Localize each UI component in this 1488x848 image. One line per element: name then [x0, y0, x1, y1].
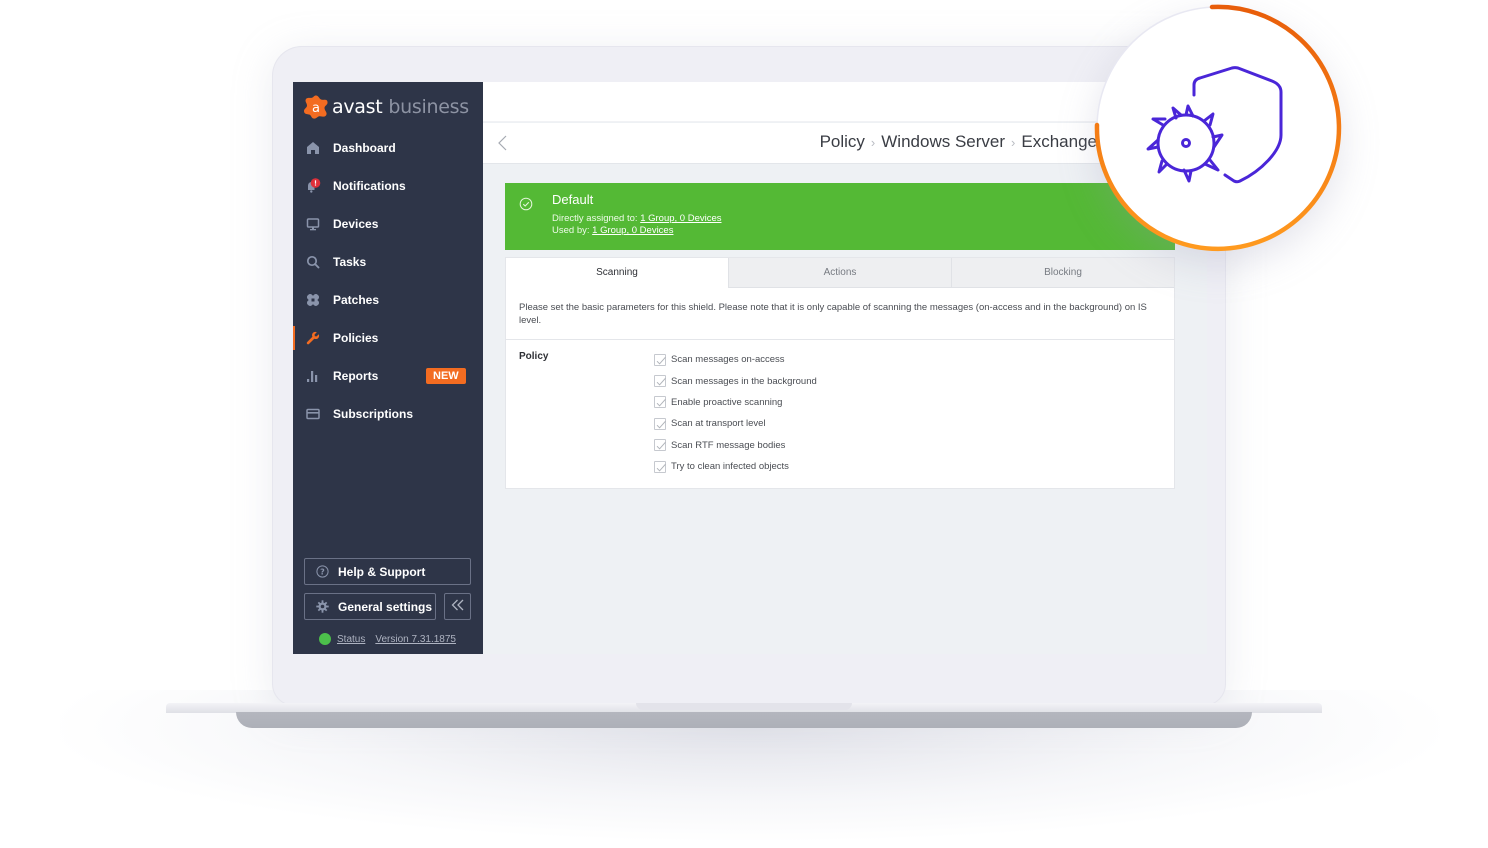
- option-clean-infected[interactable]: Try to clean infected objects: [654, 456, 817, 477]
- checkbox[interactable]: [654, 353, 666, 366]
- breadcrumb-exchange: Exchange: [1021, 132, 1097, 151]
- checkmark-icon: [656, 356, 666, 365]
- used-prefix: Used by:: [552, 225, 590, 236]
- monitor-icon: [306, 217, 320, 231]
- sidebar-item-subscriptions[interactable]: Subscriptions: [293, 395, 483, 433]
- scanning-options: Scan messages on-access Scan messages in…: [654, 349, 817, 477]
- tab-actions[interactable]: Actions: [728, 258, 951, 288]
- sidebar-item-label: Tasks: [333, 255, 367, 269]
- sidebar-item-label: Patches: [333, 293, 380, 307]
- checkbox[interactable]: [654, 417, 666, 430]
- gear-icon: [315, 600, 329, 614]
- chevron-left-icon: [498, 135, 507, 151]
- check-circle-icon: [519, 196, 533, 211]
- breadcrumb-separator-icon: ›: [1011, 134, 1016, 150]
- sidebar-item-policies[interactable]: Policies: [293, 319, 483, 357]
- breadcrumb: Policy › Windows Server › Exchange: [820, 132, 1097, 152]
- status-indicator: [319, 633, 331, 645]
- checkbox[interactable]: [654, 375, 666, 388]
- back-button[interactable]: [495, 134, 511, 152]
- bell-icon: [306, 178, 321, 193]
- home-icon: [306, 141, 320, 155]
- search-icon: [306, 255, 320, 269]
- option-label: Scan messages on-access: [671, 354, 785, 366]
- option-label: Scan messages in the background: [671, 375, 817, 387]
- policy-name: Default: [552, 192, 594, 207]
- brand-logo[interactable]: a avast business: [303, 94, 469, 120]
- sidebar-item-dashboard[interactable]: Dashboard: [293, 129, 483, 167]
- checkmark-icon: [656, 399, 666, 407]
- policy-section-label: Policy: [519, 351, 549, 362]
- double-chevron-left-icon: [451, 599, 465, 614]
- status-row: Status Version 7.31.1875: [319, 633, 456, 645]
- card-icon: [306, 407, 320, 421]
- breadcrumb-policy[interactable]: Policy: [820, 132, 865, 152]
- app-window: a avast business Dashboard Notifications…: [293, 82, 1207, 654]
- svg-text:?: ?: [320, 568, 325, 577]
- new-badge: NEW: [426, 368, 466, 384]
- breadcrumb-windows-server[interactable]: Windows Server: [881, 132, 1005, 152]
- tab-bar: Scanning Actions Blocking: [506, 258, 1174, 288]
- status-link[interactable]: Status: [337, 634, 365, 645]
- sidebar-item-devices[interactable]: Devices: [293, 205, 483, 243]
- assigned-prefix: Directly assigned to:: [552, 213, 638, 224]
- general-settings-label: General settings: [338, 599, 433, 614]
- sidebar-item-label: Policies: [333, 331, 379, 345]
- wrench-icon: [306, 331, 320, 345]
- checkmark-icon: [656, 442, 666, 450]
- sidebar-item-label: Dashboard: [333, 141, 396, 155]
- breadcrumb-separator-icon: ›: [870, 134, 876, 150]
- checkmark-icon: [656, 463, 666, 472]
- help-support-button[interactable]: ? Help & Support: [304, 558, 471, 585]
- brand-name: avast: [332, 96, 383, 118]
- bandage-icon: [306, 293, 320, 307]
- sidebar-item-label: Reports: [333, 369, 379, 383]
- settings-panel: Scanning Actions Blocking Please set the…: [505, 257, 1175, 489]
- assigned-link[interactable]: 1 Group, 0 Devices: [640, 213, 721, 224]
- virus-shield-icon: [1146, 66, 1283, 184]
- option-rtf-bodies[interactable]: Scan RTF message bodies: [654, 435, 817, 456]
- option-label: Try to clean infected objects: [671, 461, 789, 473]
- avast-logo-icon: a: [303, 94, 329, 120]
- sidebar-nav: Dashboard Notifications Devices Tasks Pa…: [293, 129, 483, 433]
- bar-chart-icon: [306, 369, 320, 383]
- option-scan-on-access[interactable]: Scan messages on-access: [654, 349, 817, 370]
- option-label: Scan RTF message bodies: [671, 439, 786, 451]
- svg-text:a: a: [312, 101, 320, 116]
- sidebar-item-label: Notifications: [333, 179, 406, 193]
- policy-banner: Default Directly assigned to: 1 Group, 0…: [505, 183, 1175, 250]
- brand-suffix: business: [388, 96, 469, 118]
- laptop-base-edge: [236, 712, 1252, 728]
- option-scan-background[interactable]: Scan messages in the background: [654, 370, 817, 391]
- sidebar-item-notifications[interactable]: Notifications: [293, 167, 483, 205]
- option-label: Enable proactive scanning: [671, 396, 783, 408]
- sidebar-item-label: Subscriptions: [333, 407, 414, 421]
- assigned-line: Directly assigned to: 1 Group, 0 Devices: [552, 213, 722, 224]
- sidebar-item-label: Devices: [333, 217, 379, 231]
- option-label: Scan at transport level: [671, 418, 766, 430]
- option-transport-level[interactable]: Scan at transport level: [654, 413, 817, 434]
- used-by-link[interactable]: 1 Group, 0 Devices: [592, 225, 673, 236]
- checkbox[interactable]: [654, 439, 666, 452]
- version-link[interactable]: Version 7.31.1875: [375, 634, 456, 645]
- general-settings-button[interactable]: General settings: [304, 593, 436, 620]
- sidebar-item-patches[interactable]: Patches: [293, 281, 483, 319]
- sidebar-item-tasks[interactable]: Tasks: [293, 243, 483, 281]
- tab-scanning[interactable]: Scanning: [506, 258, 728, 288]
- checkmark-icon: [656, 377, 666, 386]
- help-support-label: Help & Support: [338, 564, 426, 579]
- checkbox[interactable]: [654, 460, 666, 473]
- checkmark-icon: [656, 420, 666, 429]
- scanning-description: Please set the basic parameters for this…: [506, 288, 1174, 340]
- question-circle-icon: ?: [315, 565, 329, 579]
- laptop-notch: [636, 703, 852, 710]
- tab-blocking[interactable]: Blocking: [951, 258, 1174, 288]
- sidebar-item-reports[interactable]: Reports NEW: [293, 357, 483, 395]
- checkbox[interactable]: [654, 396, 666, 409]
- option-proactive-scanning[interactable]: Enable proactive scanning: [654, 392, 817, 413]
- sidebar: a avast business Dashboard Notifications…: [293, 82, 483, 654]
- used-by-line: Used by: 1 Group, 0 Devices: [552, 225, 673, 236]
- collapse-sidebar-button[interactable]: [444, 593, 471, 620]
